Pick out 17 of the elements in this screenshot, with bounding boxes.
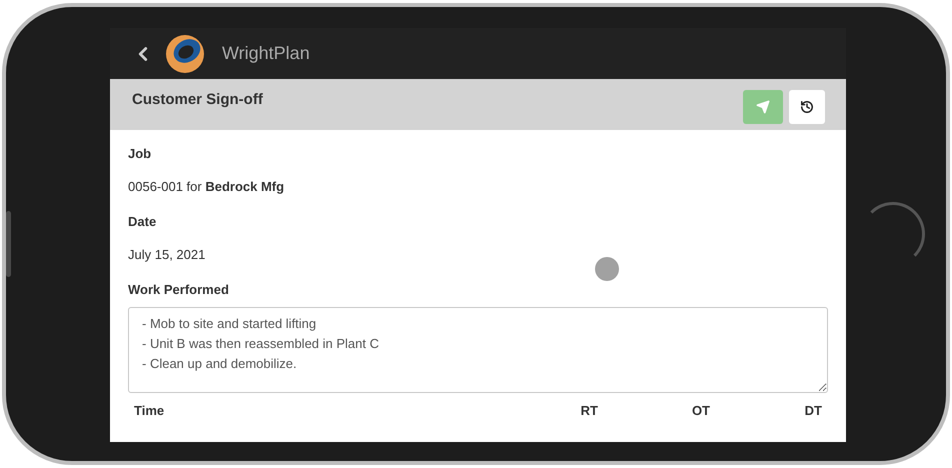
field-label: Date: [128, 213, 156, 231]
column-header: DT: [804, 402, 822, 420]
column-header: Time: [134, 402, 166, 420]
logo-icon: [164, 32, 206, 74]
field-value: 0056-001 for Bedrock Mfg: [128, 178, 284, 196]
history-icon: [800, 100, 814, 114]
column-header: OT: [690, 402, 710, 420]
app-title: WrightPlan: [222, 42, 310, 65]
send-icon: [756, 100, 770, 114]
work-performed-field[interactable]: - Mob to site and started lifting - Unit B was then reassembled in Plant C - Clean up and demobilize.: [128, 306, 828, 392]
page-title: Customer Sign-off: [132, 90, 263, 110]
field-value: July 15, 2021: [128, 246, 206, 264]
field-label: Job: [128, 145, 152, 163]
history-button[interactable]: [789, 90, 825, 124]
field-label: Work Performed: [128, 281, 230, 299]
touch-indicator: [595, 257, 619, 281]
column-header: RT: [580, 402, 598, 420]
